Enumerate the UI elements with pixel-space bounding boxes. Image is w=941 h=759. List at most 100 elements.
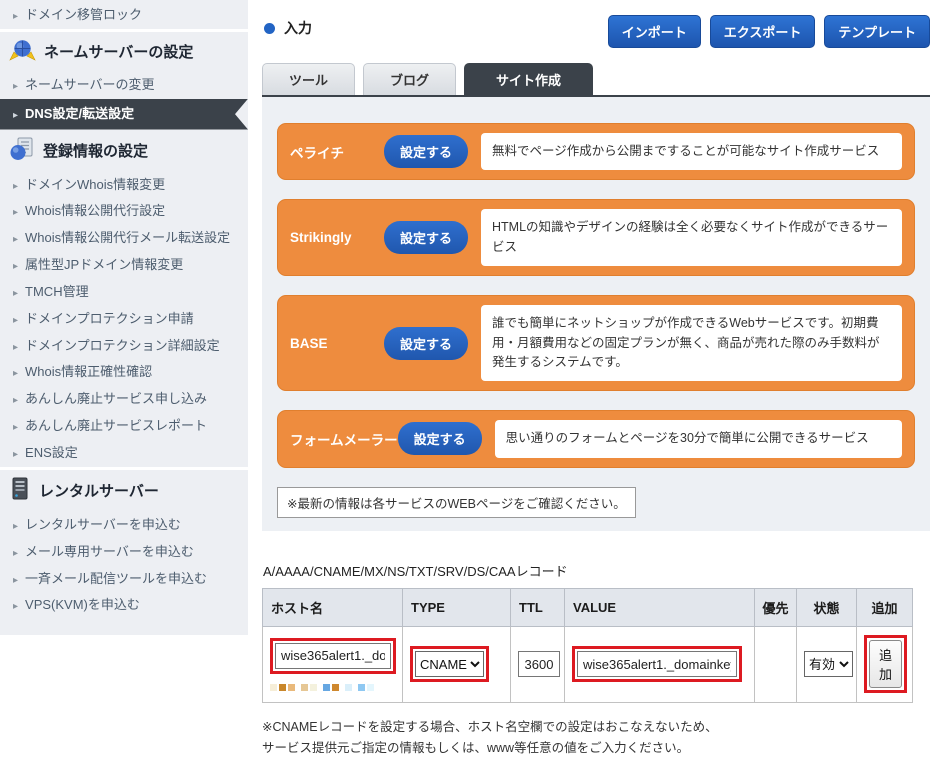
footnote-line: サービス提供元ご指定の情報もしくは、www等任意の値をご入力ください。	[262, 738, 930, 759]
col-header-priority: 優先	[755, 588, 797, 626]
service-name: フォームメーラー	[290, 429, 398, 449]
col-header-status: 状態	[797, 588, 857, 626]
add-highlight-box: 追加	[864, 635, 907, 693]
sidebar: ドメイン移管ロック ネームサーバーの設定 ネームサーバーの変更 DNS設定/転送…	[0, 0, 248, 635]
tab-bar: ツール ブログ サイト作成	[262, 63, 930, 95]
sidebar-item-dns-settings-active[interactable]: DNS設定/転送設定	[0, 99, 248, 130]
sidebar-item-protection-detail[interactable]: ドメインプロテクション詳細設定	[0, 333, 248, 360]
table-header-row: ホスト名 TYPE TTL VALUE 優先 状態 追加	[263, 588, 913, 626]
col-header-host: ホスト名	[263, 588, 403, 626]
item-arrow-icon	[13, 516, 18, 535]
globe-arrows-icon	[9, 39, 36, 65]
status-select[interactable]: 有効	[804, 651, 853, 677]
tab-tools[interactable]: ツール	[262, 63, 355, 95]
sidebar-item-transfer-lock[interactable]: ドメイン移管ロック	[0, 2, 248, 29]
item-arrow-icon	[13, 6, 18, 25]
sidebar-item-label: あんしん廃止サービス申し込み	[25, 390, 207, 409]
item-arrow-icon	[13, 596, 18, 615]
host-input[interactable]	[275, 643, 391, 669]
service-name: ペライチ	[290, 142, 384, 162]
add-record-button[interactable]: 追加	[869, 640, 902, 688]
sidebar-item-label: ENS設定	[25, 444, 78, 463]
sidebar-item-label: VPS(KVM)を申込む	[25, 596, 140, 615]
document-sphere-icon	[9, 137, 35, 165]
toolbar: インポート エクスポート テンプレート	[608, 15, 930, 48]
service-description: HTMLの知識やデザインの経験は全く必要なくサイト作成ができるサービス	[481, 209, 902, 266]
configure-button[interactable]: 設定する	[384, 135, 468, 168]
item-arrow-icon	[13, 417, 18, 436]
sidebar-item-ens[interactable]: ENS設定	[0, 440, 248, 467]
item-arrow-icon	[13, 202, 18, 221]
step-label: 入力	[284, 18, 312, 38]
service-card-formmailer: フォームメーラー 設定する 思い通りのフォームとページを30分で簡単に公開できる…	[277, 410, 915, 467]
sidebar-section-rental-server: レンタルサーバー	[0, 470, 248, 512]
footnote-line: ※CNAMEレコードを設定する場合、ホスト名空欄での設定はおこなえないため、	[262, 717, 930, 738]
col-header-type: TYPE	[403, 588, 511, 626]
sidebar-item-tmch[interactable]: TMCH管理	[0, 279, 248, 306]
export-button[interactable]: エクスポート	[710, 15, 816, 48]
col-header-ttl: TTL	[511, 588, 565, 626]
sidebar-item-jp-domain-info[interactable]: 属性型JPドメイン情報変更	[0, 252, 248, 279]
dns-records-table: ホスト名 TYPE TTL VALUE 優先 状態 追加 CNA	[262, 588, 913, 703]
sidebar-item-rental-server-apply[interactable]: レンタルサーバーを申込む	[0, 512, 248, 539]
sidebar-item-nameserver-change[interactable]: ネームサーバーの変更	[0, 72, 248, 99]
sidebar-item-whois-accuracy[interactable]: Whois情報正確性確認	[0, 359, 248, 386]
sidebar-item-label: ドメイン移管ロック	[25, 6, 142, 25]
sidebar-item-label: DNS設定/転送設定	[25, 105, 134, 124]
record-types-label: A/AAAA/CNAME/MX/NS/TXT/SRV/DS/CAAレコード	[263, 561, 930, 580]
template-button[interactable]: テンプレート	[824, 15, 930, 48]
service-name: BASE	[290, 336, 384, 351]
sidebar-item-protection-apply[interactable]: ドメインプロテクション申請	[0, 306, 248, 333]
sidebar-item-label: ドメインプロテクション詳細設定	[25, 337, 220, 356]
item-arrow-icon	[13, 176, 18, 195]
step-bullet-icon	[264, 23, 275, 34]
site-creation-panel: ペライチ 設定する 無料でページ作成から公開まですることが可能なサイト作成サービ…	[262, 97, 930, 531]
sidebar-section-title: 登録情報の設定	[43, 140, 148, 161]
sidebar-section-nameserver: ネームサーバーの設定	[0, 32, 248, 72]
sidebar-item-bulk-mail-apply[interactable]: 一斉メール配信ツールを申込む	[0, 566, 248, 593]
sidebar-item-whois-mail-forward[interactable]: Whois情報公開代行メール転送設定	[0, 225, 248, 252]
col-header-value: VALUE	[565, 588, 755, 626]
sidebar-item-whois-change[interactable]: ドメインWhois情報変更	[0, 172, 248, 199]
type-highlight-box: CNAME	[410, 646, 489, 682]
service-description: 思い通りのフォームとページを30分で簡単に公開できるサービス	[495, 420, 902, 457]
service-card-strikingly: Strikingly 設定する HTMLの知識やデザインの経験は全く必要なくサイ…	[277, 199, 915, 276]
sidebar-item-anshin-apply[interactable]: あんしん廃止サービス申し込み	[0, 386, 248, 413]
cname-footnote: ※CNAMEレコードを設定する場合、ホスト名空欄での設定はおこなえないため、 サ…	[262, 717, 930, 759]
item-arrow-icon	[13, 256, 18, 275]
sidebar-item-label: TMCH管理	[25, 283, 89, 302]
item-arrow-icon	[13, 105, 18, 124]
tab-blog[interactable]: ブログ	[363, 63, 456, 95]
server-icon	[9, 477, 31, 505]
col-header-add: 追加	[857, 588, 913, 626]
configure-button[interactable]: 設定する	[398, 422, 482, 455]
sidebar-item-vps-apply[interactable]: VPS(KVM)を申込む	[0, 592, 248, 619]
configure-button[interactable]: 設定する	[384, 327, 468, 360]
sidebar-item-label: Whois情報正確性確認	[25, 363, 152, 382]
sidebar-item-mail-server-apply[interactable]: メール専用サーバーを申込む	[0, 539, 248, 566]
service-description: 無料でページ作成から公開まですることが可能なサイト作成サービス	[481, 133, 902, 170]
tab-site-creation[interactable]: サイト作成	[464, 63, 593, 95]
item-arrow-icon	[13, 76, 18, 95]
sidebar-item-label: 一斉メール配信ツールを申込む	[25, 570, 207, 589]
sidebar-item-label: メール専用サーバーを申込む	[25, 543, 194, 562]
service-card-peraichi: ペライチ 設定する 無料でページ作成から公開まですることが可能なサイト作成サービ…	[277, 123, 915, 180]
item-arrow-icon	[13, 363, 18, 382]
configure-button[interactable]: 設定する	[384, 221, 468, 254]
sidebar-item-whois-privacy[interactable]: Whois情報公開代行設定	[0, 198, 248, 225]
service-card-base: BASE 設定する 誰でも簡単にネットショップが作成できるWebサービスです。初…	[277, 295, 915, 391]
item-arrow-icon	[13, 283, 18, 302]
value-highlight-box	[572, 646, 742, 682]
item-arrow-icon	[13, 310, 18, 329]
item-arrow-icon	[13, 444, 18, 463]
sidebar-item-label: ドメインWhois情報変更	[25, 176, 165, 195]
import-button[interactable]: インポート	[608, 15, 701, 48]
sidebar-item-label: Whois情報公開代行設定	[25, 202, 165, 221]
sidebar-item-anshin-report[interactable]: あんしん廃止サービスレポート	[0, 413, 248, 440]
sidebar-item-label: ネームサーバーの変更	[25, 76, 154, 95]
sidebar-item-label: ドメインプロテクション申請	[25, 310, 194, 329]
record-type-select[interactable]: CNAME	[415, 651, 484, 677]
item-arrow-icon	[13, 229, 18, 248]
value-input[interactable]	[577, 651, 737, 677]
ttl-input[interactable]	[518, 651, 560, 677]
